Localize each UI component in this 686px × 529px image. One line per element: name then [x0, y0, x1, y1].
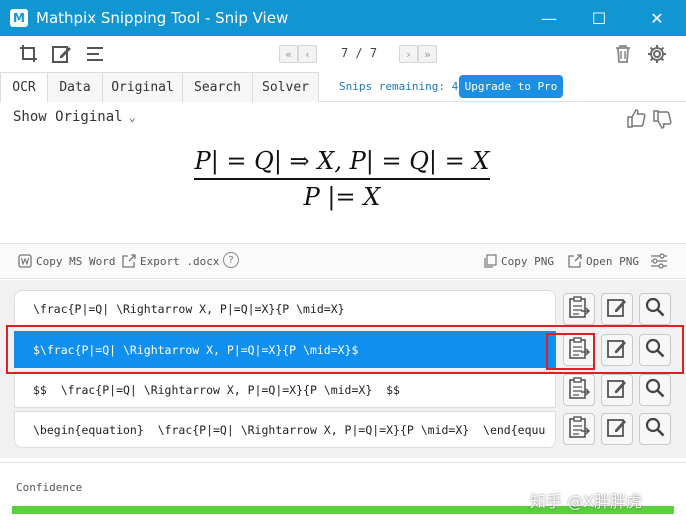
title-bar: M Mathpix Snipping Tool - Snip View — ☐ …	[0, 0, 686, 36]
search-button[interactable]	[639, 293, 671, 325]
clipboard-icon	[568, 295, 590, 323]
action-row: Copy MS Word Export .docx ? Copy PNG Ope…	[0, 243, 686, 279]
search-icon	[645, 417, 665, 441]
close-button[interactable]: ✕	[634, 0, 680, 36]
edit-latex-button[interactable]	[601, 413, 633, 445]
result-row[interactable]: \begin{equation} \frac{P|=Q| \Rightarrow…	[14, 411, 556, 448]
copy-latex-button[interactable]	[563, 374, 595, 406]
search-icon	[645, 338, 665, 362]
menu-icon[interactable]	[83, 42, 107, 66]
export-docx-label: Export .docx	[140, 254, 220, 268]
thumbs-up-icon[interactable]	[625, 108, 647, 130]
new-snip-icon[interactable]	[17, 42, 41, 66]
prev-page-button[interactable]: ‹	[298, 45, 317, 63]
maximize-button[interactable]: ☐	[576, 0, 622, 36]
edit-icon	[606, 296, 628, 322]
search-icon	[645, 297, 665, 321]
open-png-button[interactable]: Open PNG	[568, 254, 639, 268]
export-docx-button[interactable]: Export .docx	[122, 254, 219, 268]
copy-png-label: Copy PNG	[501, 254, 554, 268]
window-title: Mathpix Snipping Tool - Snip View	[36, 9, 289, 27]
toolbar: « ‹ 7 / 7 › »	[0, 36, 686, 72]
copy-latex-button[interactable]	[563, 334, 595, 366]
confidence-label: Confidence	[16, 481, 83, 494]
rendered-equation: P| = Q| ⇒ X, P| = Q| = X P |= X	[190, 146, 494, 212]
result-row-selected[interactable]: $\frac{P|=Q| \Rightarrow X, P|=Q|=X}{P \…	[14, 331, 556, 368]
edit-latex-button[interactable]	[601, 374, 633, 406]
search-button[interactable]	[639, 334, 671, 366]
fraction-bar	[194, 178, 490, 180]
clipboard-icon	[568, 336, 590, 364]
edit-latex-button[interactable]	[601, 334, 633, 366]
copy-icon	[483, 254, 497, 268]
open-external-icon	[568, 254, 582, 268]
minimize-button[interactable]: —	[526, 0, 572, 36]
edit-icon	[606, 337, 628, 363]
first-page-button[interactable]: «	[279, 45, 298, 63]
show-original-label: Show Original	[13, 109, 123, 125]
gear-icon[interactable]	[645, 42, 669, 66]
show-original-toggle[interactable]: Show Original ⌄	[13, 109, 136, 125]
edit-latex-button[interactable]	[601, 293, 633, 325]
page-indicator: 7 / 7	[340, 46, 378, 60]
word-icon	[18, 254, 32, 268]
copy-ms-word-label: Copy MS Word	[36, 254, 116, 268]
search-button[interactable]	[639, 413, 671, 445]
edit-icon	[606, 416, 628, 442]
help-symbol: ?	[223, 252, 239, 268]
equation-numerator: P| = Q| ⇒ X, P| = Q| = X	[194, 147, 490, 175]
copy-png-button[interactable]: Copy PNG	[483, 254, 554, 268]
watermark: 知乎 @X胖胖虎	[530, 492, 643, 511]
tab-data[interactable]: Data	[47, 72, 103, 102]
tab-original[interactable]: Original	[102, 72, 183, 102]
result-row[interactable]: \frac{P|=Q| \Rightarrow X, P|=Q|=X}{P \m…	[14, 290, 556, 327]
help-icon[interactable]: ?	[223, 252, 239, 268]
copy-latex-button[interactable]	[563, 293, 595, 325]
sliders-icon[interactable]	[650, 253, 668, 269]
clipboard-icon	[568, 376, 590, 404]
copy-ms-word-button[interactable]: Copy MS Word	[18, 254, 115, 268]
last-page-button[interactable]: »	[418, 45, 437, 63]
equation-denominator: P |= X	[303, 182, 381, 211]
export-icon	[122, 254, 136, 268]
tab-solver[interactable]: Solver	[252, 72, 319, 102]
thumbs-down-icon[interactable]	[651, 108, 673, 130]
result-row[interactable]: $$ \frac{P|=Q| \Rightarrow X, P|=Q|=X}{P…	[14, 371, 556, 408]
open-png-label: Open PNG	[586, 254, 639, 268]
search-icon	[645, 378, 665, 402]
upgrade-button[interactable]: Upgrade to Pro	[459, 75, 563, 98]
tab-search[interactable]: Search	[182, 72, 253, 102]
clipboard-icon	[568, 415, 590, 443]
tab-ocr[interactable]: OCR	[0, 72, 48, 103]
mathpix-logo-icon: M	[10, 9, 28, 27]
chevron-down-icon: ⌄	[128, 110, 136, 124]
edit-icon	[606, 377, 628, 403]
edit-icon[interactable]	[50, 42, 74, 66]
next-page-button[interactable]: ›	[399, 45, 418, 63]
snips-remaining: Snips remaining: 43	[339, 80, 465, 93]
search-button[interactable]	[639, 374, 671, 406]
copy-latex-button[interactable]	[563, 413, 595, 445]
trash-icon[interactable]	[611, 42, 635, 66]
